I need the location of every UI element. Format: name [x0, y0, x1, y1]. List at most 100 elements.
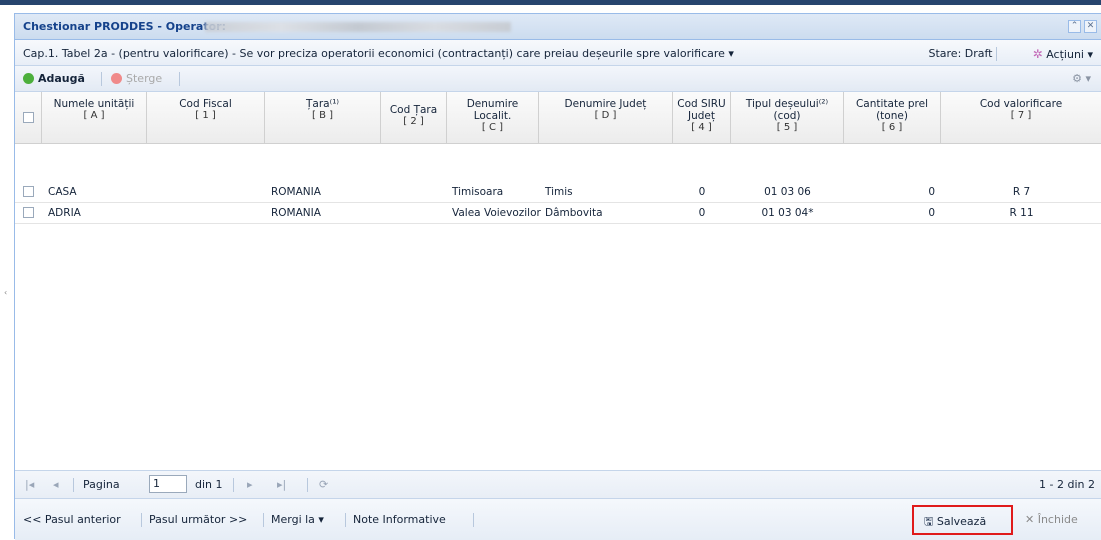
cell-recovery: R 7 — [1012, 186, 1031, 198]
select-all-checkbox[interactable] — [23, 112, 34, 123]
splitter-handle[interactable]: ‹ — [4, 288, 7, 297]
page-label: Pagina — [83, 478, 120, 491]
cell-quantity: 0 — [928, 207, 935, 219]
separator — [345, 513, 346, 527]
col-header-county[interactable]: Denumire Județ[ D ] — [539, 92, 673, 144]
gear-icon: ⚙ — [1072, 72, 1082, 85]
previous-step-button[interactable]: << Pasul anterior — [23, 513, 121, 526]
col-title: Cod SIRU Județ — [677, 98, 726, 122]
col-code: [ B ] — [311, 110, 334, 121]
page-total-label: din 1 — [195, 478, 223, 491]
table-caption-bar: Cap.1. Tabel 2a - (pentru valorificare) … — [15, 40, 1101, 66]
close-button[interactable]: ✕ Închide — [1025, 513, 1078, 526]
col-title: Cod Fiscal — [179, 98, 232, 110]
col-header-quantity[interactable]: Cantitate prel (tone)[ 6 ] — [844, 92, 941, 144]
questionnaire-panel: Chestionar PRODDES - Operator: ⌃ ✕ Cap.1… — [14, 13, 1101, 540]
table-row[interactable]: CASA ROMANIA Timisoara Timis 0 01 03 06 … — [15, 182, 1101, 203]
wizard-footer: << Pasul anterior Pasul următor >> Mergi… — [15, 498, 1101, 540]
cell-name: ADRIA — [48, 207, 81, 219]
cell-waste-code: 01 03 06 — [764, 186, 811, 198]
col-title: Cod Țara — [389, 104, 438, 116]
gear-icon: ✲ — [1032, 47, 1043, 61]
cell-quantity: 0 — [928, 186, 935, 198]
paging-toolbar: |◂ ◂ Pagina 1 din 1 ▸ ▸| ⟳ 1 - 2 din 2 — [15, 470, 1101, 498]
goto-menu-button[interactable]: Mergi la ▾ — [271, 513, 324, 526]
save-label: Salvează — [936, 515, 987, 528]
cell-waste-code: 01 03 04* — [761, 207, 814, 219]
row-checkbox[interactable] — [23, 207, 34, 218]
col-code: [ 2 ] — [403, 116, 424, 127]
cell-country: ROMANIA — [271, 186, 321, 198]
col-header-name[interactable]: Numele unității[ A ] — [42, 92, 147, 144]
col-code: [ 4 ] — [691, 122, 712, 133]
add-button[interactable]: Adaugă — [23, 72, 85, 85]
delete-button[interactable]: Șterge — [111, 72, 162, 85]
col-title: Cantitate prel (tone) — [855, 98, 929, 122]
select-all-header — [15, 92, 42, 144]
status-label: Stare: Draft — [928, 47, 997, 61]
separator — [307, 478, 308, 492]
prev-page-icon[interactable]: ◂ — [53, 478, 59, 491]
cell-country: ROMANIA — [271, 207, 321, 219]
col-code: [ 1 ] — [195, 110, 216, 121]
close-icon: ✕ — [1025, 513, 1035, 526]
col-header-waste-code[interactable]: Tipul deșeului⁽²⁾ (cod)[ 5 ] — [731, 92, 844, 144]
cell-county: Dâmbovita — [545, 207, 603, 219]
panel-title: Chestionar PRODDES - Operator: — [23, 20, 226, 33]
cell-siruta: 0 — [698, 207, 706, 219]
col-header-locality[interactable]: Denumire Localit.[ C ] — [447, 92, 539, 144]
informative-notes-button[interactable]: Note Informative — [353, 513, 446, 526]
settings-menu-button[interactable]: ⚙ ▾ — [1072, 72, 1091, 85]
col-header-siruta[interactable]: Cod SIRU Județ[ 4 ] — [673, 92, 731, 144]
table-row[interactable]: ADRIA ROMANIA Valea Voievozilor Dâmbovit… — [15, 203, 1101, 224]
col-title: Numele unității — [53, 98, 135, 110]
col-title: Denumire Județ — [564, 98, 647, 110]
col-header-recovery[interactable]: Cod valorificare[ 7 ] — [941, 92, 1101, 144]
cell-name: CASA — [48, 186, 77, 198]
next-step-button[interactable]: Pasul următor >> — [149, 513, 247, 526]
grid-toolbar: Adaugă Șterge ⚙ ▾ — [15, 66, 1101, 92]
next-page-icon[interactable]: ▸ — [247, 478, 253, 491]
col-title: Țara⁽¹⁾ — [306, 98, 339, 110]
cell-recovery: R 11 — [1009, 207, 1034, 219]
col-title: Tipul deșeului⁽²⁾ (cod) — [745, 98, 829, 122]
col-code: [ 5 ] — [776, 122, 798, 133]
cell-locality: Timisoara — [452, 186, 504, 198]
separator — [996, 47, 997, 61]
separator — [233, 478, 234, 492]
row-checkbox[interactable] — [23, 186, 34, 197]
last-page-icon[interactable]: ▸| — [277, 478, 286, 491]
close-icon[interactable]: ✕ — [1084, 20, 1097, 33]
col-header-fiscal[interactable]: Cod Fiscal[ 1 ] — [147, 92, 265, 144]
separator — [141, 513, 142, 527]
floppy-disk-icon: 🖫 — [924, 515, 934, 528]
cell-locality: Valea Voievozilor — [452, 207, 541, 219]
actions-menu-button[interactable]: ✲ Acțiuni ▾ — [1033, 47, 1093, 61]
grid-header: Numele unității[ A ] Cod Fiscal[ 1 ] Țar… — [15, 92, 1101, 144]
add-label: Adaugă — [38, 72, 85, 85]
table-caption-menu[interactable]: Cap.1. Tabel 2a - (pentru valorificare) … — [23, 47, 734, 60]
close-label: Închide — [1037, 513, 1078, 526]
double-chevron-up-icon[interactable]: ⌃ — [1068, 20, 1081, 33]
save-button[interactable]: 🖫 Salvează — [924, 513, 986, 532]
redacted-operator-name — [205, 22, 511, 32]
col-header-country[interactable]: Țara⁽¹⁾[ B ] — [265, 92, 381, 144]
paging-summary: 1 - 2 din 2 — [1039, 478, 1095, 491]
col-code: [ 7 ] — [1010, 110, 1032, 121]
separator — [179, 72, 180, 86]
col-code: [ A ] — [83, 110, 105, 121]
actions-label: Acțiuni ▾ — [1046, 48, 1093, 61]
col-header-country-code[interactable]: Cod Țara[ 2 ] — [381, 92, 447, 144]
state-text: Stare: Draft — [928, 47, 993, 60]
separator — [473, 513, 474, 527]
col-title: Denumire Localit. — [466, 98, 519, 122]
delete-icon — [111, 73, 122, 84]
refresh-icon[interactable]: ⟳ — [319, 478, 328, 491]
col-code: [ D ] — [594, 110, 617, 121]
separator — [263, 513, 264, 527]
first-page-icon[interactable]: |◂ — [25, 478, 34, 491]
cell-siruta: 0 — [698, 186, 706, 198]
add-icon — [23, 73, 34, 84]
delete-label: Șterge — [126, 72, 163, 85]
page-number-input[interactable]: 1 — [149, 475, 187, 493]
